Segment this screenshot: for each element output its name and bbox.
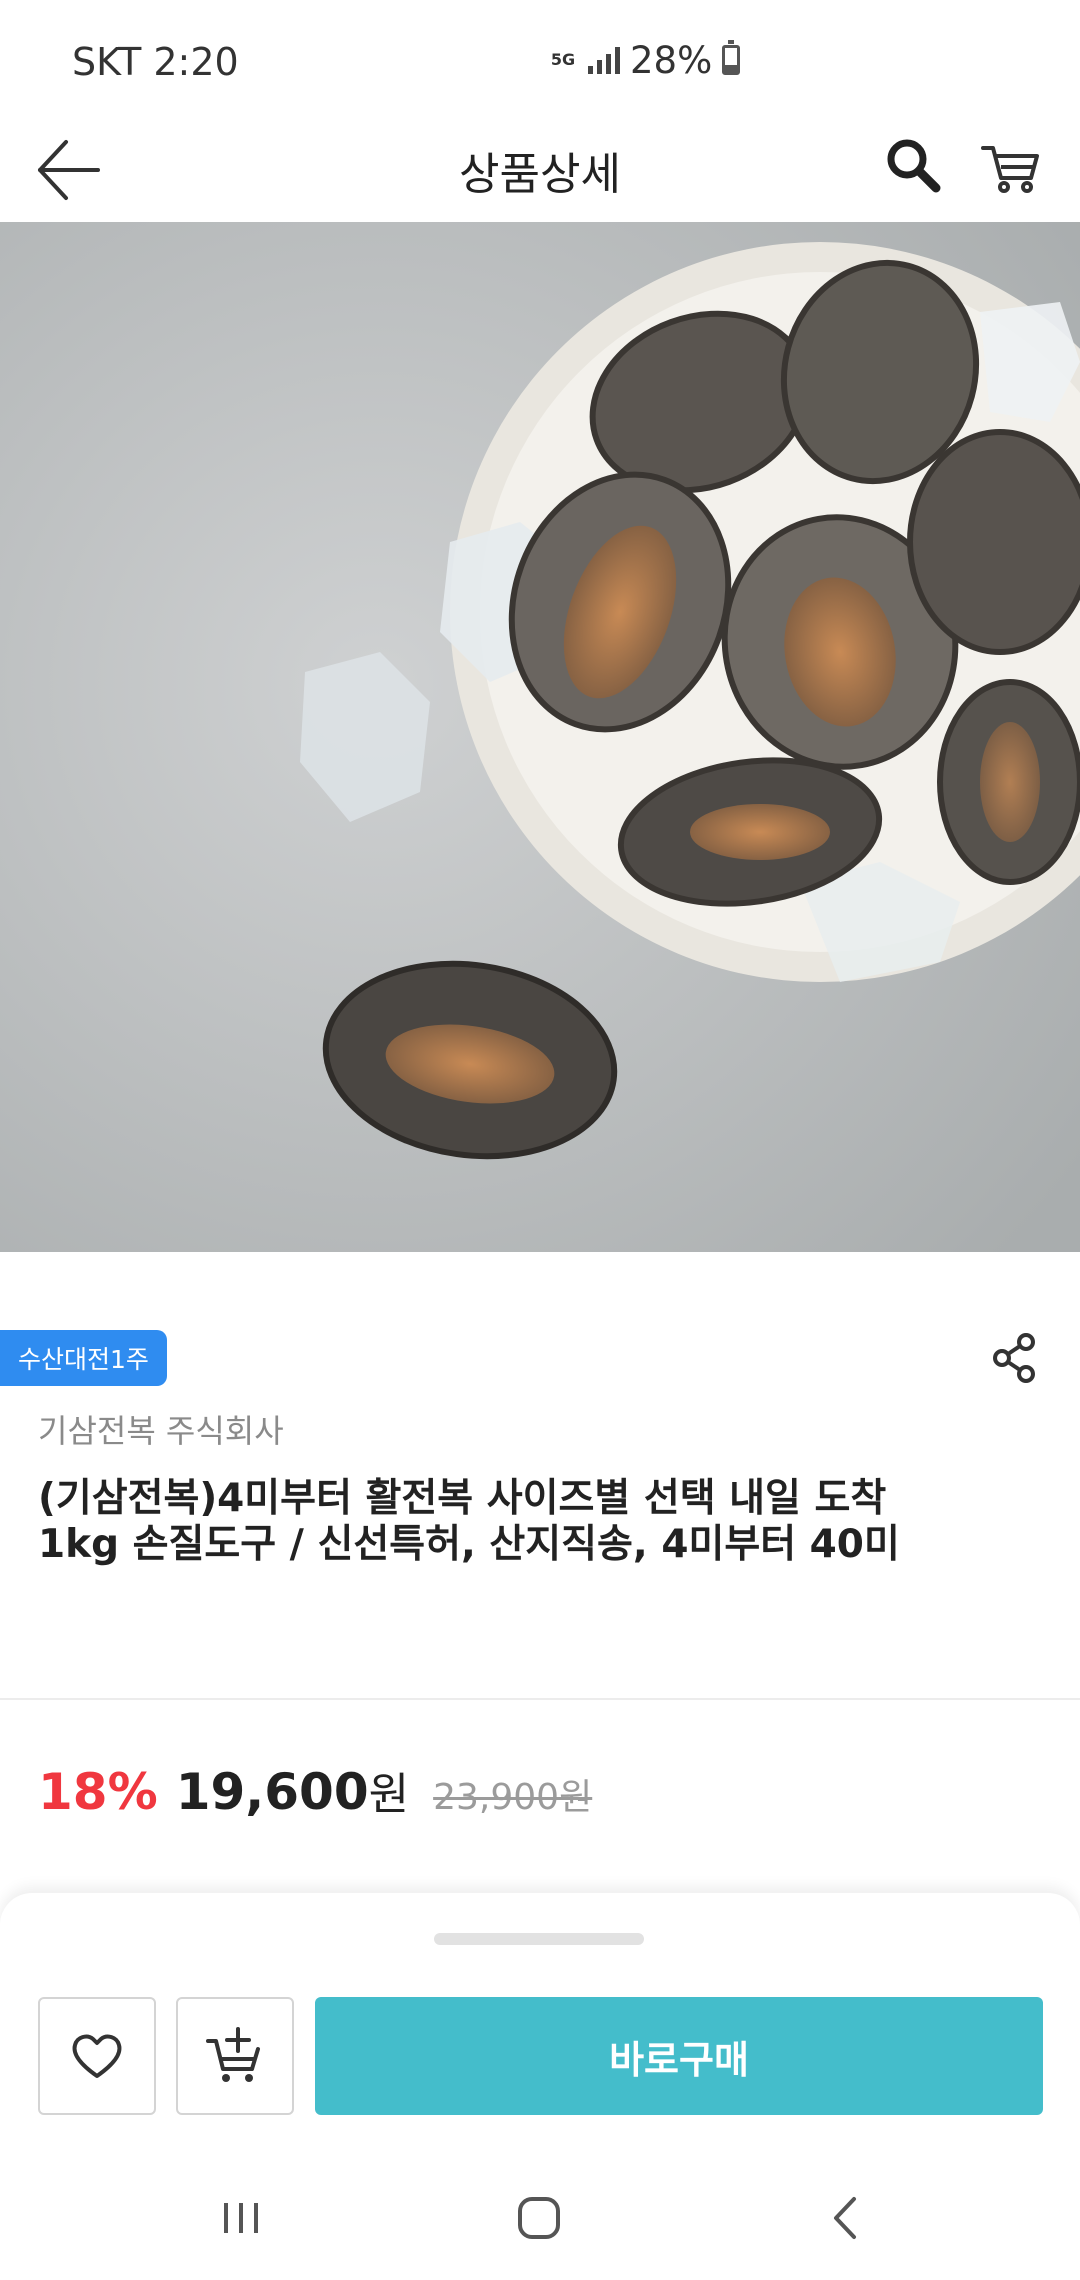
wishlist-button[interactable] [38, 1997, 156, 2115]
product-image[interactable] [0, 222, 1080, 1252]
promo-badge: 수산대전1주 [0, 1330, 167, 1386]
top-app-bar: 상품상세 [0, 118, 1080, 222]
cart-add-icon [206, 2027, 260, 2082]
share-icon [993, 1333, 1035, 1383]
home-button[interactable] [514, 2193, 564, 2243]
sale-price: 19,600 [175, 1763, 369, 1821]
back-icon [834, 2197, 856, 2239]
seller-name[interactable]: 기삼전복 주식회사 [38, 1406, 284, 1452]
status-indicators: 5G 28% [548, 38, 741, 82]
cart-icon [981, 146, 1039, 193]
network-5g-icon: 5G [550, 50, 576, 69]
battery-icon [722, 40, 741, 75]
signal-icon [588, 46, 620, 74]
divider [0, 1698, 1080, 1700]
recent-apps-icon [224, 2203, 258, 2233]
purchase-bar: 바로구매 [0, 1893, 1080, 2173]
heart-icon [72, 2034, 122, 2078]
product-title: (기삼전복)4미부터 활전복 사이즈별 선택 내일 도착 1kg 손질도구 / … [38, 1476, 900, 1567]
cart-button[interactable] [975, 132, 1045, 202]
battery-percent: 28% [630, 38, 713, 82]
system-back-button[interactable] [822, 2193, 872, 2243]
search-icon [887, 139, 941, 193]
status-time: SKT 2:20 [72, 40, 239, 84]
buy-now-button[interactable]: 바로구매 [315, 1997, 1043, 2115]
home-icon [518, 2197, 560, 2239]
share-button[interactable] [990, 1330, 1040, 1386]
sale-price-unit: 원 [368, 1769, 410, 1820]
discount-rate: 18% [38, 1763, 158, 1821]
search-button[interactable] [880, 132, 948, 200]
status-bar: SKT 2:20 5G 28% [0, 0, 1080, 118]
price-row: 18% 19,600 원 23,900원 [38, 1758, 592, 1824]
recent-apps-button[interactable] [218, 2195, 264, 2241]
system-nav-bar [0, 2173, 1080, 2280]
abalone-photo [0, 222, 1080, 1252]
sheet-handle[interactable] [434, 1933, 644, 1945]
sale-price-group: 19,600 원 [176, 1758, 409, 1822]
add-to-cart-button[interactable] [176, 1997, 294, 2115]
original-price: 23,900원 [433, 1777, 593, 1818]
